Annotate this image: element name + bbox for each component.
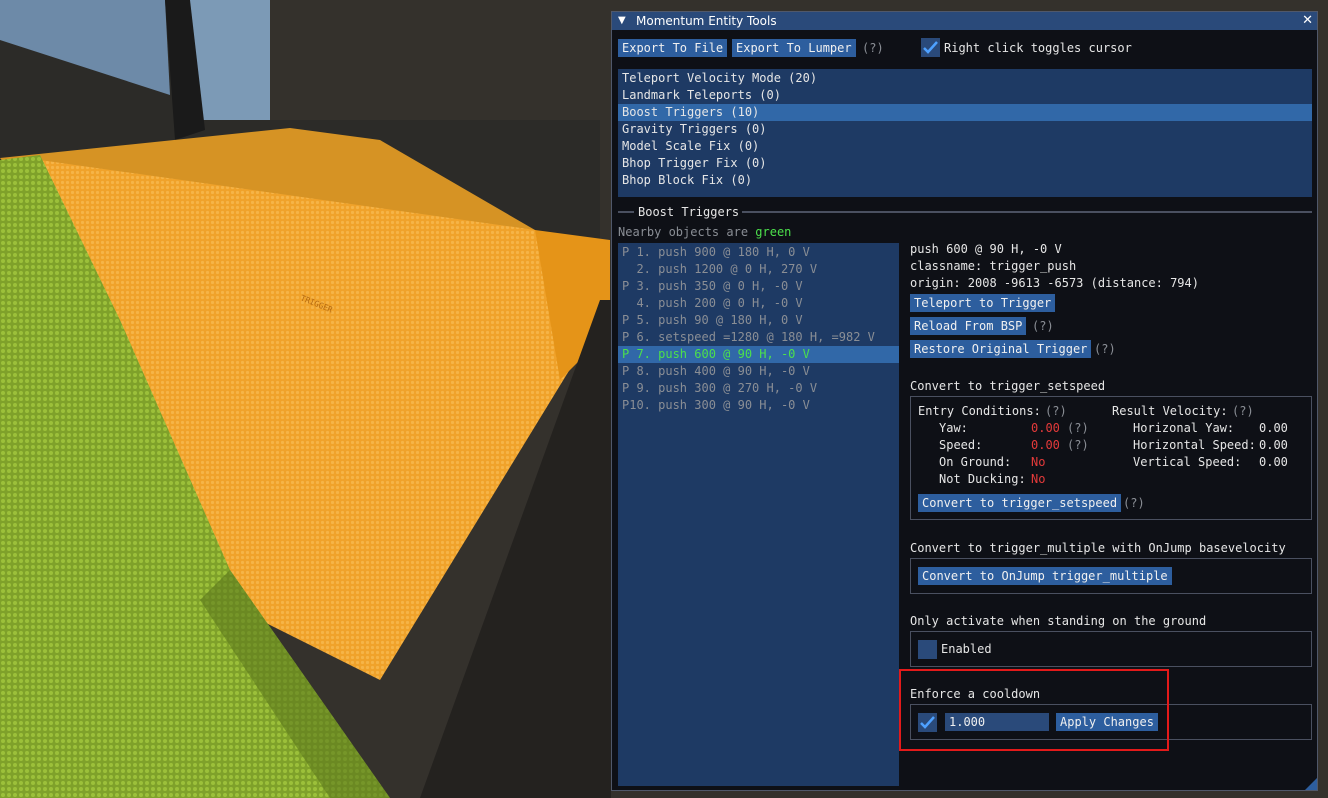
on-ground-value: No [1031, 455, 1046, 469]
multiple-group: Convert to OnJump trigger_multiple [910, 558, 1312, 594]
speed-value: 0.00 [1031, 438, 1060, 452]
entry-conditions-label: Entry Conditions: [918, 404, 1041, 418]
convert-setspeed-button[interactable]: Convert to trigger_setspeed [918, 494, 1122, 512]
export-to-file-button[interactable]: Export To File [618, 39, 728, 57]
help-marker-result[interactable]: (?) [1232, 403, 1254, 420]
help-marker-restore[interactable]: (?) [1094, 341, 1116, 358]
right-click-checkbox[interactable] [921, 38, 940, 57]
setspeed-heading: Convert to trigger_setspeed [910, 379, 1106, 393]
ground-group: Enabled [910, 631, 1312, 667]
category-item[interactable]: Model Scale Fix (0) [618, 138, 1312, 155]
help-marker-speed[interactable]: (?) [1067, 437, 1089, 454]
hspeed-label: Horizontal Speed: [1133, 438, 1256, 452]
section-title: Boost Triggers [638, 205, 740, 219]
yaw-label: Yaw: [939, 421, 968, 435]
reload-from-bsp-button[interactable]: Reload From BSP [910, 317, 1027, 335]
entity-list-item[interactable]: P 8. push 400 @ 90 H, -0 V [618, 363, 899, 380]
yaw-value: 0.00 [1031, 421, 1060, 435]
restore-original-trigger-button[interactable]: Restore Original Trigger [910, 340, 1092, 358]
window-title: Momentum Entity Tools [636, 14, 777, 28]
separator-left [618, 211, 634, 213]
enabled-label: Enabled [941, 642, 992, 656]
checkmark-icon [923, 41, 938, 54]
ground-heading: Only activate when standing on the groun… [910, 614, 1207, 628]
teleport-to-trigger-button[interactable]: Teleport to Trigger [910, 294, 1056, 312]
entity-list-item[interactable]: 2. push 1200 @ 0 H, 270 V [618, 261, 899, 278]
category-item[interactable]: Bhop Trigger Fix (0) [618, 155, 1312, 172]
speed-label: Speed: [939, 438, 983, 452]
entity-list-item[interactable]: 4. push 200 @ 0 H, -0 V [618, 295, 899, 312]
entity-list-item[interactable]: P 6. setspeed =1280 @ 180 H, =982 V [618, 329, 899, 346]
hyaw-label: Horizonal Yaw: [1133, 421, 1235, 435]
help-marker[interactable]: (?) [862, 40, 884, 57]
multiple-heading: Convert to trigger_multiple with OnJump … [910, 541, 1286, 555]
nearby-note: Nearby objects are green [618, 224, 791, 241]
category-item[interactable]: Boost Triggers (10) [618, 104, 1312, 121]
help-marker-yaw[interactable]: (?) [1067, 420, 1089, 437]
collapse-triangle-icon[interactable]: ▼ [618, 12, 626, 30]
category-item[interactable]: Gravity Triggers (0) [618, 121, 1312, 138]
hyaw-value: 0.00 [1259, 421, 1288, 435]
entity-list-item[interactable]: P 3. push 350 @ 0 H, -0 V [618, 278, 899, 295]
hspeed-value: 0.00 [1259, 438, 1288, 452]
entity-list-item[interactable]: P10. push 300 @ 90 H, -0 V [618, 397, 899, 414]
category-list: Teleport Velocity Mode (20) Landmark Tele… [618, 69, 1312, 197]
entity-list-item[interactable]: P 1. push 900 @ 180 H, 0 V [618, 244, 899, 261]
not-ducking-value: No [1031, 472, 1046, 486]
entity-tools-window: ▼ Momentum Entity Tools ✕ Export To File… [611, 11, 1318, 791]
help-marker-reload[interactable]: (?) [1032, 318, 1054, 335]
highlight-box [899, 669, 1169, 751]
separator-right [742, 211, 1312, 213]
convert-onjump-button[interactable]: Convert to OnJump trigger_multiple [918, 567, 1172, 585]
help-marker-convert[interactable]: (?) [1123, 495, 1145, 512]
entity-list-item[interactable]: P 7. push 600 @ 90 H, -0 V [618, 346, 899, 363]
nearby-prefix: Nearby objects are [618, 225, 749, 239]
entity-list: P 1. push 900 @ 180 H, 0 V 2. push 1200 … [618, 243, 899, 786]
entity-list-item[interactable]: P 5. push 90 @ 180 H, 0 V [618, 312, 899, 329]
vspeed-value: 0.00 [1259, 455, 1288, 469]
resize-grip[interactable] [1305, 778, 1317, 790]
detail-classname: classname: trigger_push [910, 259, 1077, 273]
window-titlebar[interactable]: ▼ Momentum Entity Tools ✕ [612, 12, 1317, 30]
entity-list-item[interactable]: P 9. push 300 @ 270 H, -0 V [618, 380, 899, 397]
on-ground-label: On Ground: [939, 455, 1012, 469]
setspeed-group: Entry Conditions: (?) Result Velocity: (… [910, 396, 1312, 520]
help-marker-entry[interactable]: (?) [1045, 403, 1067, 420]
detail-origin: origin: 2008 -9613 -6573 (distance: 794) [910, 276, 1199, 290]
right-click-label: Right click toggles cursor [944, 41, 1132, 55]
category-item[interactable]: Landmark Teleports (0) [618, 87, 1312, 104]
vspeed-label: Vertical Speed: [1133, 455, 1242, 469]
nearby-green-word: green [755, 225, 792, 239]
export-to-lumper-button[interactable]: Export To Lumper [732, 39, 856, 57]
category-item[interactable]: Bhop Block Fix (0) [618, 172, 1312, 189]
close-icon[interactable]: ✕ [1302, 12, 1313, 30]
result-velocity-label: Result Velocity: [1112, 404, 1228, 418]
detail-line1: push 600 @ 90 H, -0 V [910, 242, 1062, 256]
enabled-checkbox[interactable] [918, 640, 937, 659]
category-item[interactable]: Teleport Velocity Mode (20) [618, 70, 1312, 87]
not-ducking-label: Not Ducking: [939, 472, 1026, 486]
